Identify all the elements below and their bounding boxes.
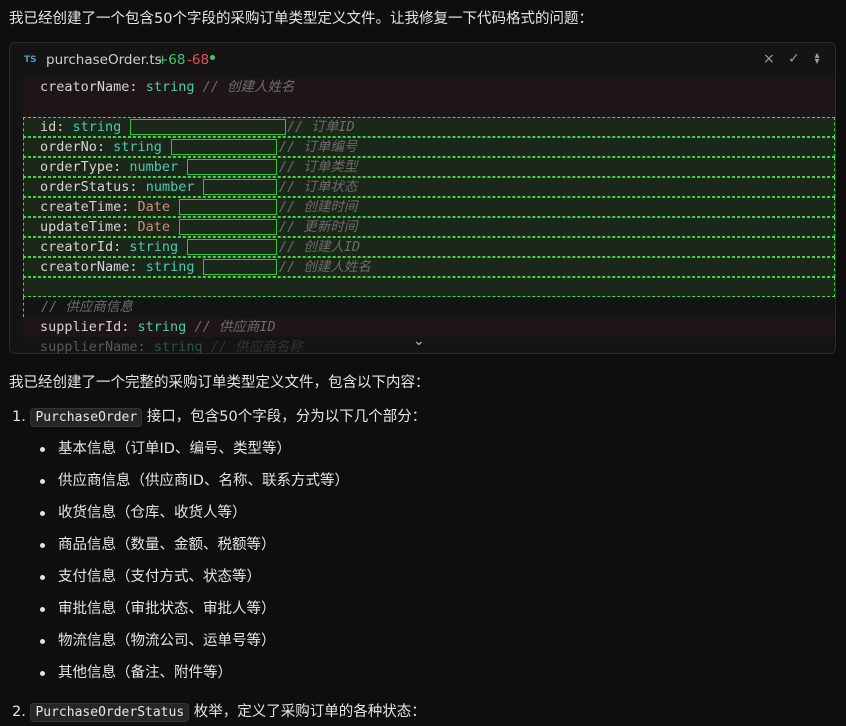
expand-collapse-icon[interactable]: ▴ ▾ bbox=[812, 51, 822, 67]
list-item: 供应商信息（供应商ID、名称、联系方式等） bbox=[38, 469, 349, 501]
code-line-added: creatorName: string // 创建人姓名 bbox=[23, 257, 835, 277]
inline-code: PurchaseOrder bbox=[30, 408, 143, 427]
code-line-added: orderStatus: number // 订单状态 bbox=[23, 177, 835, 197]
accept-check-icon[interactable]: ✓ bbox=[788, 51, 800, 67]
code-line-added: createTime: Date // 创建时间 bbox=[23, 197, 835, 217]
deletions-count: -68 bbox=[187, 52, 210, 68]
code-line-context: supplierId: string // 供应商ID bbox=[23, 317, 835, 337]
file-name[interactable]: purchaseOrder.ts bbox=[46, 52, 162, 68]
intro-text: 我已经创建了一个包含50个字段的采购订单类型定义文件。让我修复一下代码格式的问题… bbox=[9, 11, 593, 27]
additions-count: +68 bbox=[157, 52, 186, 68]
unsaved-dot-icon bbox=[210, 55, 215, 60]
code-line-added-blank bbox=[23, 277, 835, 297]
list-item: 支付信息（支付方式、状态等） bbox=[38, 565, 349, 597]
code-line-added: orderNo: string // 订单编号 bbox=[23, 137, 835, 157]
list-item-1: 1. PurchaseOrder 接口，包含50个字段，分为以下几个部分： bbox=[12, 408, 427, 427]
chevron-down-icon[interactable]: ⌄ bbox=[413, 333, 425, 349]
summary-lead: 我已经创建了一个完整的采购订单类型定义文件，包含以下内容： bbox=[9, 375, 430, 391]
list-item: 其他信息（备注、附件等） bbox=[38, 661, 349, 693]
code-line-removed-blank bbox=[23, 97, 835, 117]
reject-close-icon[interactable]: × bbox=[763, 51, 775, 67]
list-item: 物流信息（物流公司、运单号等） bbox=[38, 629, 349, 661]
code-area[interactable]: creatorName: string // 创建人姓名 id: string … bbox=[23, 77, 835, 353]
code-card-header: TS purchaseOrder.ts +68 -68 × ✓ ▴ ▾ bbox=[10, 43, 835, 77]
code-line-added: orderType: number // 订单类型 bbox=[23, 157, 835, 177]
sections-list: 基本信息（订单ID、编号、类型等） 供应商信息（供应商ID、名称、联系方式等） … bbox=[38, 437, 349, 693]
list-item: 商品信息（数量、金额、税额等） bbox=[38, 533, 349, 565]
code-line-context: // 供应商信息 bbox=[23, 297, 835, 317]
list-item: 基本信息（订单ID、编号、类型等） bbox=[38, 437, 349, 469]
list-item: 审批信息（审批状态、审批人等） bbox=[38, 597, 349, 629]
code-line-added: id: string // 订单ID bbox=[23, 117, 835, 137]
code-diff-card: TS purchaseOrder.ts +68 -68 × ✓ ▴ ▾ creat… bbox=[9, 42, 836, 354]
list-item-2: 2. PurchaseOrderStatus 枚举，定义了采购订单的各种状态： bbox=[12, 703, 426, 722]
code-line-removed: creatorName: string // 创建人姓名 bbox=[23, 77, 835, 97]
inline-code: PurchaseOrderStatus bbox=[30, 703, 190, 722]
code-line-context: supplierName: string // 供应商名称 bbox=[40, 339, 303, 354]
code-line-added: creatorId: string // 创建人ID bbox=[23, 237, 835, 257]
code-line-added: updateTime: Date // 更新时间 bbox=[23, 217, 835, 237]
list-item: 收货信息（仓库、收货人等） bbox=[38, 501, 349, 533]
typescript-file-icon: TS bbox=[24, 55, 37, 65]
